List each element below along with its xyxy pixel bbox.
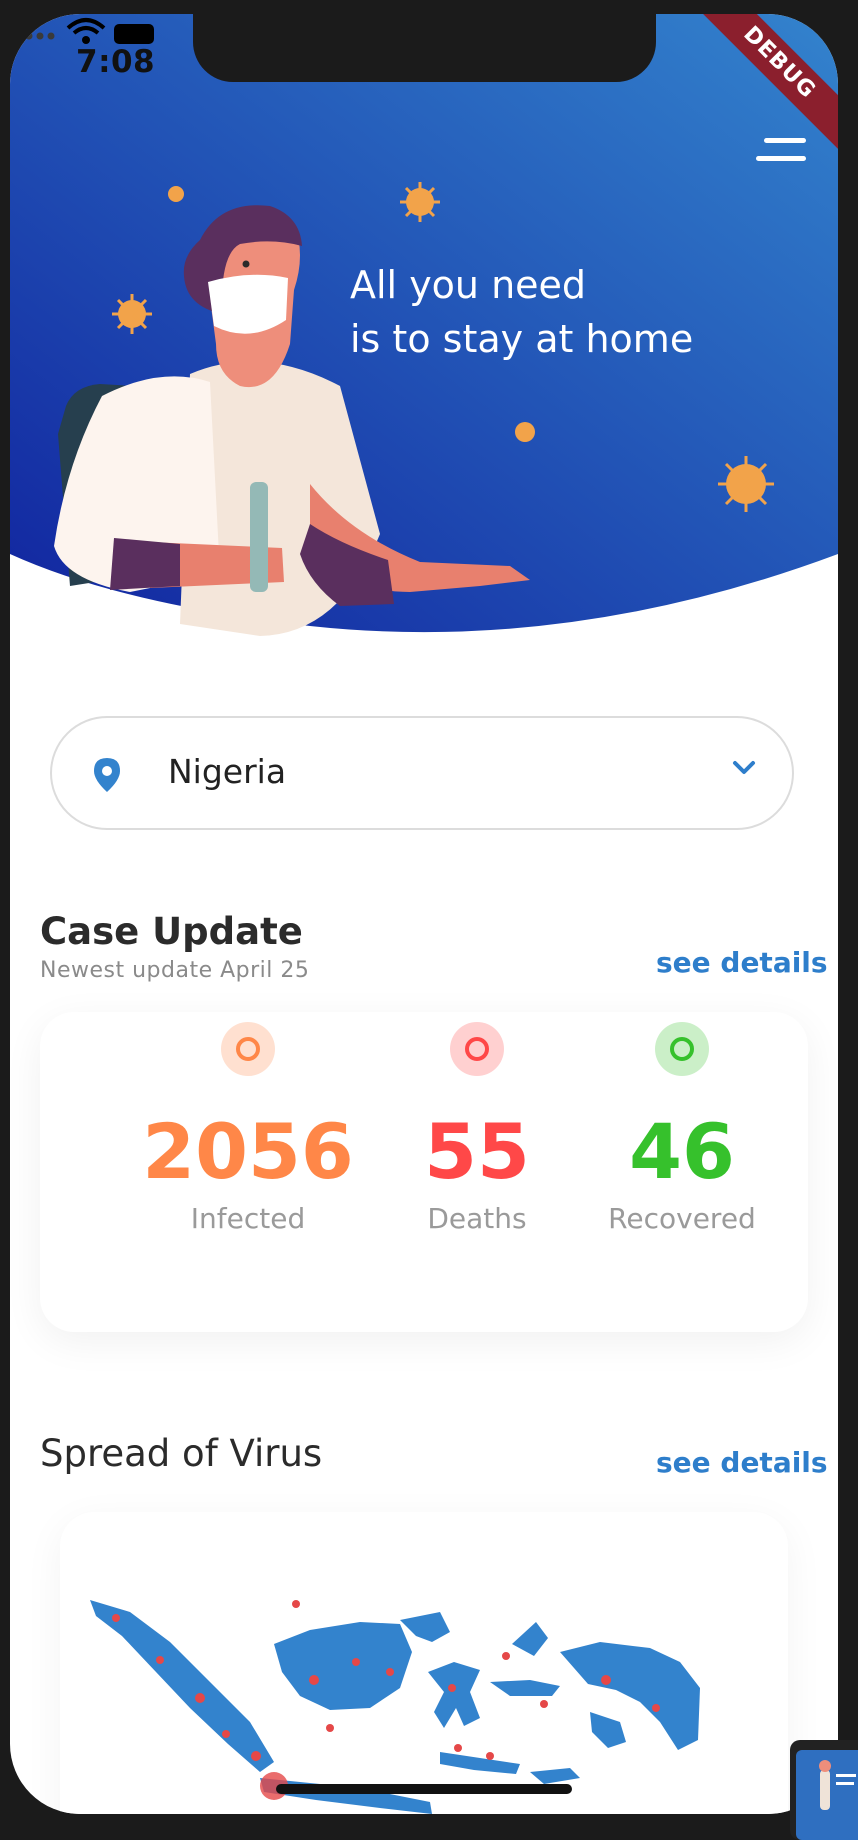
case-see-details-link[interactable]: see details bbox=[656, 946, 828, 979]
menu-line-icon bbox=[756, 156, 806, 161]
spread-map bbox=[90, 1600, 700, 1814]
preview-image bbox=[796, 1750, 858, 1840]
infected-label: Infected bbox=[190, 1202, 306, 1235]
spread-see-details-link[interactable]: see details bbox=[656, 1446, 828, 1479]
location-pin-icon bbox=[94, 758, 120, 792]
case-update-title: Case Update bbox=[40, 910, 303, 953]
menu-button[interactable] bbox=[750, 132, 810, 178]
infected-count: 2056 bbox=[142, 1107, 354, 1196]
hero-headline: All you need is to stay at home bbox=[350, 258, 693, 366]
hero-banner: 7:08 DEBUG All you need is to stay at ho… bbox=[10, 14, 838, 654]
wifi-icon bbox=[66, 18, 106, 44]
stat-infected: 2056 Infected bbox=[138, 1012, 358, 1235]
case-update-subtitle: Newest update April 25 bbox=[40, 958, 310, 983]
country-dropdown[interactable]: Nigeria bbox=[50, 716, 794, 830]
recovered-indicator-icon bbox=[655, 1022, 709, 1076]
status-icons bbox=[14, 18, 154, 44]
deaths-count: 55 bbox=[424, 1107, 530, 1196]
case-stats-card: 2056 Infected 55 Deaths 46 Recovered bbox=[40, 1012, 808, 1332]
stat-deaths: 55 Deaths bbox=[367, 1012, 587, 1235]
spread-title: Spread of Virus bbox=[40, 1432, 323, 1475]
hero-line-2: is to stay at home bbox=[350, 317, 694, 361]
stat-recovered: 46 Recovered bbox=[572, 1012, 792, 1235]
deaths-indicator-icon bbox=[450, 1022, 504, 1076]
chevron-down-icon bbox=[733, 761, 755, 774]
recovered-count: 46 bbox=[629, 1107, 735, 1196]
battery-icon bbox=[114, 24, 154, 44]
spread-map-card[interactable] bbox=[60, 1512, 788, 1814]
infected-indicator-icon bbox=[221, 1022, 275, 1076]
map-landmass bbox=[90, 1600, 700, 1814]
signal-icon bbox=[14, 32, 55, 40]
device-notch bbox=[193, 14, 656, 82]
home-indicator[interactable] bbox=[276, 1784, 572, 1794]
app-preview-thumbnail[interactable] bbox=[790, 1740, 858, 1840]
deaths-label: Deaths bbox=[427, 1202, 527, 1235]
selected-country: Nigeria bbox=[168, 752, 287, 791]
phone-screen: 7:08 DEBUG All you need is to stay at ho… bbox=[10, 14, 838, 1814]
hero-line-1: All you need bbox=[350, 263, 587, 307]
menu-line-icon bbox=[764, 138, 806, 143]
recovered-label: Recovered bbox=[608, 1202, 756, 1235]
